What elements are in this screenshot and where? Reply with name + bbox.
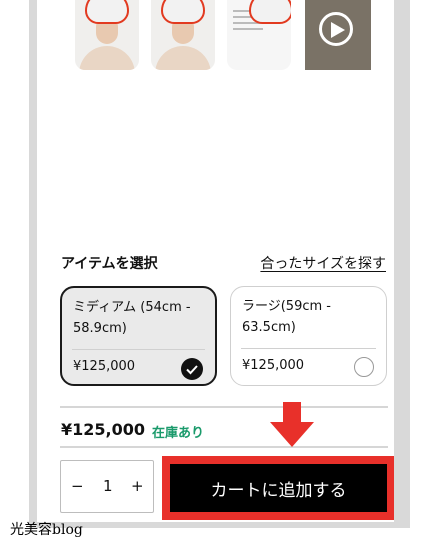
option-price: ¥125,000 — [242, 358, 305, 373]
down-arrow-icon — [270, 402, 314, 447]
cart-button-highlight: カートに追加する — [162, 456, 394, 520]
size-option-large[interactable]: ラージ(59cm - 63.5cm) ¥125,000 — [230, 286, 387, 386]
thumbnail-spec-sheet[interactable] — [227, 0, 291, 70]
stock-status: 在庫あり — [152, 426, 205, 441]
thumbnail-video[interactable] — [305, 0, 371, 70]
play-icon — [319, 12, 353, 46]
quantity-value: 1 — [103, 477, 113, 495]
radio-icon[interactable] — [354, 357, 374, 377]
option-name: ミディアム (54cm - 58.9cm) — [73, 300, 191, 336]
product-page: アイテムを選択 合ったサイズを探す ミディアム (54cm - 58.9cm) … — [37, 0, 394, 522]
quantity-plus-button[interactable]: + — [131, 477, 144, 495]
divider — [60, 446, 388, 448]
size-option-medium[interactable]: ミディアム (54cm - 58.9cm) ¥125,000 — [60, 286, 217, 386]
option-price: ¥125,000 — [73, 359, 136, 374]
option-divider — [72, 349, 205, 350]
option-divider — [241, 348, 376, 349]
watermark: 光美容blog — [10, 522, 83, 538]
quantity-stepper: − 1 + — [60, 460, 154, 513]
item-select-title: アイテムを選択 — [61, 256, 158, 272]
checkmark-icon — [181, 358, 203, 380]
total-price: ¥125,000 — [61, 420, 146, 439]
thumbnail-model-front[interactable] — [75, 0, 139, 70]
option-name: ラージ(59cm - 63.5cm) — [242, 299, 331, 335]
thumbnail-gallery — [75, 0, 375, 72]
thumbnail-model-angle[interactable] — [151, 0, 215, 70]
divider — [60, 406, 388, 408]
quantity-minus-button[interactable]: − — [71, 477, 84, 495]
find-size-link[interactable]: 合ったサイズを探す — [260, 253, 386, 273]
add-to-cart-button[interactable]: カートに追加する — [170, 464, 387, 512]
